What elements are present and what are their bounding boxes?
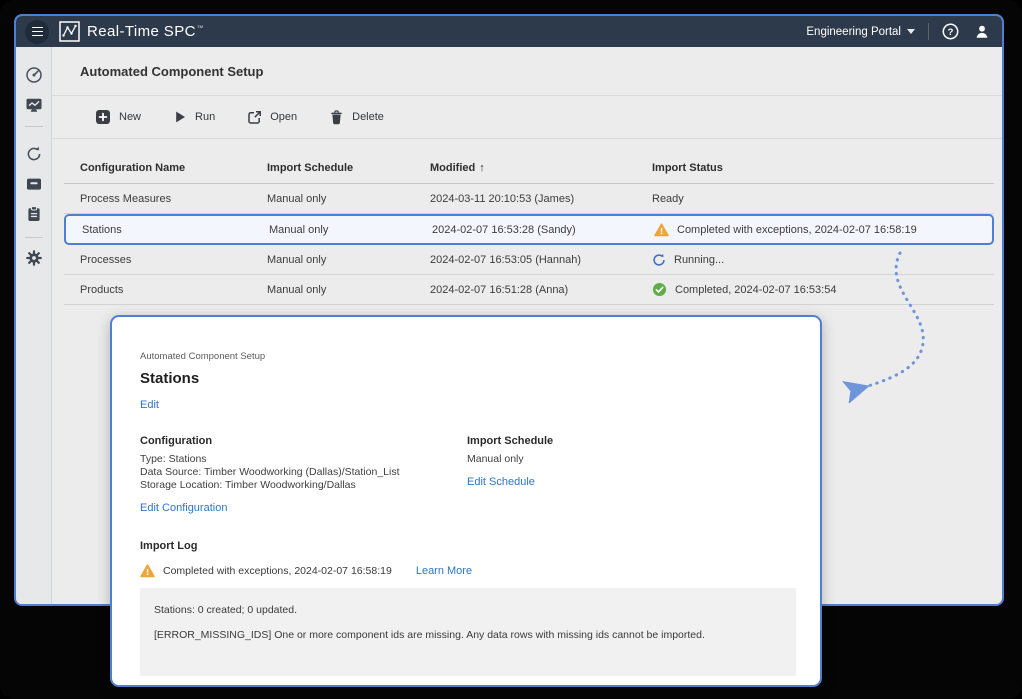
configuration-data-source: Data Source: Timber Woodworking (Dallas)… bbox=[140, 466, 467, 479]
log-line: [ERROR_MISSING_IDS] One or more componen… bbox=[154, 629, 782, 641]
warning-icon bbox=[654, 223, 669, 237]
column-header-modified[interactable]: Modified↑ bbox=[430, 162, 652, 174]
new-button[interactable]: New bbox=[89, 105, 147, 129]
import-log-heading: Import Log bbox=[140, 540, 792, 552]
edit-schedule-link[interactable]: Edit Schedule bbox=[467, 476, 535, 488]
sidebar-item-settings[interactable] bbox=[25, 249, 43, 267]
warning-icon bbox=[140, 564, 155, 578]
sidebar-item-tasks[interactable] bbox=[25, 205, 43, 223]
config-table: Configuration Name Import Schedule Modif… bbox=[64, 152, 994, 305]
portal-label: Engineering Portal bbox=[806, 26, 901, 38]
table-row-selected[interactable]: Stations Manual only 2024-02-07 16:53:28… bbox=[64, 214, 994, 245]
archive-icon bbox=[25, 175, 43, 193]
learn-more-link[interactable]: Learn More bbox=[416, 565, 472, 577]
configuration-section: Configuration Type: Stations Data Source… bbox=[140, 435, 467, 516]
import-schedule-value: Manual only bbox=[467, 453, 553, 466]
user-button[interactable] bbox=[974, 24, 990, 40]
delete-button[interactable]: Delete bbox=[323, 106, 390, 129]
table-row[interactable]: Products Manual only 2024-02-07 16:51:28… bbox=[64, 275, 994, 305]
sidebar-item-sync[interactable] bbox=[25, 145, 43, 163]
import-log-output: Stations: 0 created; 0 updated. [ERROR_M… bbox=[140, 588, 796, 676]
open-button[interactable]: Open bbox=[241, 106, 303, 129]
detail-panel: Automated Component Setup Stations Edit … bbox=[110, 315, 822, 687]
help-button[interactable]: ? bbox=[942, 23, 959, 40]
import-schedule-heading: Import Schedule bbox=[467, 435, 553, 447]
column-header-configuration-name[interactable]: Configuration Name bbox=[64, 162, 267, 174]
sort-ascending-icon: ↑ bbox=[479, 162, 485, 174]
table-row[interactable]: Processes Manual only 2024-02-07 16:53:0… bbox=[64, 245, 994, 275]
toolbar: New Run Open bbox=[52, 96, 1002, 139]
screenshot-frame: Real-Time SPC™ Engineering Portal ? bbox=[0, 0, 1022, 699]
column-header-import-schedule[interactable]: Import Schedule bbox=[267, 162, 430, 174]
panel-eyebrow: Automated Component Setup bbox=[140, 351, 792, 362]
status-text: Running... bbox=[674, 254, 724, 266]
spc-chart-logo bbox=[59, 21, 80, 42]
chevron-down-icon bbox=[907, 29, 915, 34]
log-line: Stations: 0 created; 0 updated. bbox=[154, 604, 782, 616]
import-schedule-section: Import Schedule Manual only Edit Schedul… bbox=[467, 435, 553, 516]
panel-title: Stations bbox=[140, 370, 792, 387]
user-icon bbox=[974, 24, 990, 40]
monitor-chart-icon bbox=[25, 96, 43, 114]
run-button[interactable]: Run bbox=[167, 106, 221, 128]
column-header-import-status[interactable]: Import Status bbox=[652, 162, 994, 174]
status-text: Completed with exceptions, 2024-02-07 16… bbox=[163, 565, 392, 577]
plus-icon bbox=[95, 109, 111, 125]
sidebar-divider bbox=[25, 126, 43, 127]
trademark-mark: ™ bbox=[197, 25, 204, 32]
svg-text:?: ? bbox=[948, 27, 954, 38]
app-header: Real-Time SPC™ Engineering Portal ? bbox=[16, 16, 1002, 47]
brand-title: Real-Time SPC™ bbox=[87, 23, 204, 40]
trash-icon bbox=[329, 110, 344, 125]
portal-selector[interactable]: Engineering Portal bbox=[806, 26, 915, 38]
open-external-icon bbox=[247, 110, 262, 125]
header-divider bbox=[928, 23, 929, 40]
sidebar-item-storage[interactable] bbox=[25, 175, 43, 193]
table-header-row: Configuration Name Import Schedule Modif… bbox=[64, 152, 994, 184]
running-refresh-icon bbox=[652, 253, 666, 267]
clipboard-icon bbox=[25, 205, 43, 223]
import-log-status: Completed with exceptions, 2024-02-07 16… bbox=[140, 564, 792, 578]
status-text: Completed with exceptions, 2024-02-07 16… bbox=[677, 224, 917, 236]
menu-button[interactable] bbox=[25, 20, 49, 44]
success-check-icon bbox=[652, 282, 667, 297]
edit-link[interactable]: Edit bbox=[140, 399, 159, 411]
status-text: Ready bbox=[652, 193, 684, 205]
sidebar-item-dashboard[interactable] bbox=[25, 66, 43, 84]
sidebar-item-monitoring[interactable] bbox=[25, 96, 43, 114]
status-text: Completed, 2024-02-07 16:53:54 bbox=[675, 284, 836, 296]
sidebar-divider bbox=[25, 237, 43, 238]
page-title: Automated Component Setup bbox=[52, 47, 1002, 96]
sidebar-nav bbox=[16, 47, 52, 604]
edit-configuration-link[interactable]: Edit Configuration bbox=[140, 502, 227, 514]
gauge-icon bbox=[25, 66, 43, 84]
settings-gear-icon bbox=[25, 249, 43, 267]
configuration-storage-location: Storage Location: Timber Woodworking/Dal… bbox=[140, 479, 467, 492]
sync-icon bbox=[25, 145, 43, 163]
configuration-heading: Configuration bbox=[140, 435, 467, 447]
configuration-type: Type: Stations bbox=[140, 453, 467, 466]
table-row[interactable]: Process Measures Manual only 2024-03-11 … bbox=[64, 184, 994, 214]
help-icon: ? bbox=[942, 23, 959, 40]
play-icon bbox=[173, 110, 187, 124]
